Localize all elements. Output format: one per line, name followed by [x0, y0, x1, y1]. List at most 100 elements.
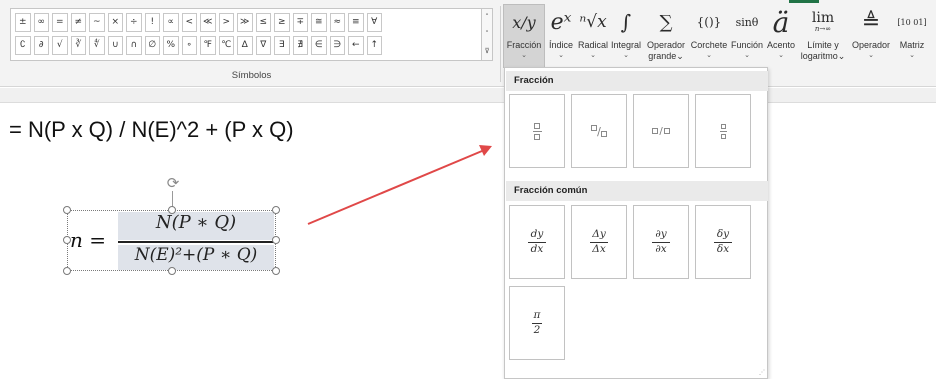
- resize-handle-bottom-left[interactable]: [63, 267, 71, 275]
- fraction-numerator: dy: [530, 227, 544, 240]
- gallery-expand-icon[interactable]: ⊽: [484, 48, 489, 55]
- resize-handle-bottom-right[interactable]: [272, 267, 280, 275]
- symbol-ring[interactable]: ∘: [181, 36, 197, 55]
- gallery-scroll: ˄ ˅ ⊽: [481, 8, 493, 61]
- symbols-group-label: Símbolos: [231, 70, 272, 81]
- symbol-for-all[interactable]: ∀: [366, 13, 382, 32]
- symbols-row-2: ∁ ∂ √ ∛ ∜ ∪ ∩ ∅ % ∘ ℉ ℃ ∆ ∇ ∃ ∄ ∈ ∋ ← ↑: [15, 36, 382, 55]
- symbol-intersection[interactable]: ∩: [126, 36, 142, 55]
- chevron-down-icon: ⌄: [676, 51, 684, 61]
- common-fraction-delta-y-delta-x[interactable]: Δy Δx: [571, 205, 627, 279]
- symbol-contains[interactable]: ∋: [329, 36, 345, 55]
- chevron-down-icon: ⌄: [909, 51, 915, 59]
- integral-button[interactable]: ∫ Integral ⌄: [610, 4, 642, 68]
- fraction-skewed-icon: /: [591, 124, 607, 138]
- symbol-percent[interactable]: %: [163, 36, 179, 55]
- chevron-down-icon: ⌄: [837, 51, 846, 61]
- resize-handle-left[interactable]: [63, 236, 71, 244]
- fraction-skewed-tile[interactable]: /: [571, 94, 627, 168]
- chevron-down-icon: ⌄: [623, 51, 629, 59]
- matrix-button[interactable]: [10 01] Matriz ⌄: [894, 4, 930, 68]
- common-fraction-small-delta[interactable]: δy δx: [695, 205, 751, 279]
- resize-handle-right[interactable]: [272, 236, 280, 244]
- accent-button[interactable]: ä Acento ⌄: [765, 4, 797, 68]
- symbol-greater-than[interactable]: >: [218, 13, 234, 32]
- limit-log-label-1: Límite y: [807, 40, 839, 50]
- symbol-minus-plus[interactable]: ∓: [292, 13, 308, 32]
- symbol-infinity[interactable]: ∞: [33, 13, 49, 32]
- fraction-numerator: δy: [716, 227, 730, 240]
- symbol-plus-minus[interactable]: ±: [15, 13, 31, 32]
- fraction-denominator: dx: [530, 242, 544, 255]
- fraction-stacked-icon: [532, 122, 542, 140]
- symbol-element-of[interactable]: ∈: [311, 36, 327, 55]
- symbol-celsius[interactable]: ℃: [218, 36, 234, 55]
- gallery-scroll-down-icon[interactable]: ˅: [485, 31, 489, 38]
- radical-button[interactable]: ⁿ√x Radical ⌄: [577, 4, 609, 68]
- symbol-divide[interactable]: ÷: [126, 13, 142, 32]
- resize-handle-top-left[interactable]: [63, 206, 71, 214]
- symbol-approx[interactable]: ≈: [329, 13, 345, 32]
- equation-lhs[interactable]: n =: [70, 228, 106, 252]
- symbol-tilde[interactable]: ~: [89, 13, 105, 32]
- resize-handle-bottom[interactable]: [168, 267, 176, 275]
- equation-denominator[interactable]: N(E)²+(P ∗ Q): [118, 245, 274, 265]
- fraction-numerator: π: [533, 308, 541, 321]
- symbol-identical[interactable]: ≡: [348, 13, 364, 32]
- section-fraction-header: Fracción: [506, 71, 768, 91]
- bracket-button[interactable]: {()} Corchete ⌄: [689, 4, 729, 68]
- summation-icon: ∑: [659, 11, 673, 33]
- resize-handle-top-right[interactable]: [272, 206, 280, 214]
- symbol-less-than[interactable]: <: [181, 13, 197, 32]
- symbol-much-greater[interactable]: ≫: [237, 13, 253, 32]
- radical-icon: ⁿ√x: [579, 12, 607, 32]
- symbol-proportional[interactable]: ∝: [163, 13, 179, 32]
- symbol-exists[interactable]: ∃: [274, 36, 290, 55]
- fraction-stacked-tile[interactable]: [509, 94, 565, 168]
- operator-button[interactable]: ≜ Operador ⌄: [850, 4, 892, 68]
- symbol-sqrt[interactable]: √: [52, 36, 68, 55]
- symbols-row-1: ± ∞ = ≠ ~ × ÷ ! ∝ < ≪ > ≫ ≤ ≥ ∓ ≅ ≈ ≡ ∀: [15, 13, 382, 32]
- symbol-complement[interactable]: ∁: [15, 36, 31, 55]
- rotate-handle-icon[interactable]: ⟳: [164, 174, 182, 192]
- symbol-not-equal[interactable]: ≠: [70, 13, 86, 32]
- fraction-small-tile[interactable]: [695, 94, 751, 168]
- symbol-less-equal[interactable]: ≤: [255, 13, 271, 32]
- common-fraction-pi-over-2[interactable]: π2: [509, 286, 565, 360]
- symbol-up-arrow[interactable]: ↑: [366, 36, 382, 55]
- common-fraction-partial-y-partial-x[interactable]: ∂y ∂x: [633, 205, 689, 279]
- gallery-scroll-up-icon[interactable]: ˄: [485, 14, 489, 21]
- large-operator-button[interactable]: ∑ Operador grande⌄: [645, 4, 687, 68]
- symbol-fahrenheit[interactable]: ℉: [200, 36, 216, 55]
- symbol-factorial[interactable]: !: [144, 13, 160, 32]
- symbol-greater-equal[interactable]: ≥: [274, 13, 290, 32]
- symbol-empty-set[interactable]: ∅: [144, 36, 160, 55]
- symbol-congruent[interactable]: ≅: [311, 13, 327, 32]
- symbol-partial[interactable]: ∂: [33, 36, 49, 55]
- operator-icon: ≜: [861, 9, 881, 35]
- fraction-denominator: ∂x: [655, 242, 667, 255]
- resize-grip-icon[interactable]: ⋰: [759, 369, 765, 376]
- fraction-button[interactable]: x/y Fracción ⌄: [503, 4, 545, 68]
- symbol-equal[interactable]: =: [52, 13, 68, 32]
- symbol-nabla[interactable]: ∇: [255, 36, 271, 55]
- fraction-numerator: Δy: [592, 227, 606, 240]
- function-button[interactable]: sinθ Función ⌄: [730, 4, 764, 68]
- tab-accent-line: [789, 0, 819, 3]
- limit-log-button[interactable]: lim n→∞ Límite y logaritmo⌄: [799, 4, 847, 68]
- symbol-increment[interactable]: ∆: [237, 36, 253, 55]
- symbol-much-less[interactable]: ≪: [200, 13, 216, 32]
- index-button[interactable]: eˣ Índice ⌄: [546, 4, 576, 68]
- symbol-fourth-root[interactable]: ∜: [89, 36, 105, 55]
- fraction-icon: x/y: [512, 12, 536, 32]
- symbol-cube-root[interactable]: ∛: [70, 36, 86, 55]
- symbol-union[interactable]: ∪: [107, 36, 123, 55]
- resize-handle-top[interactable]: [168, 206, 176, 214]
- equation-numerator[interactable]: N(P ∗ Q): [118, 212, 274, 233]
- common-fraction-dy-dx[interactable]: dy dx: [509, 205, 565, 279]
- fraction-linear-tile[interactable]: /: [633, 94, 689, 168]
- symbol-left-arrow[interactable]: ←: [348, 36, 364, 55]
- limit-log-label-2: logaritmo⌄: [800, 51, 846, 61]
- symbol-times[interactable]: ×: [107, 13, 123, 32]
- symbol-not-exists[interactable]: ∄: [292, 36, 308, 55]
